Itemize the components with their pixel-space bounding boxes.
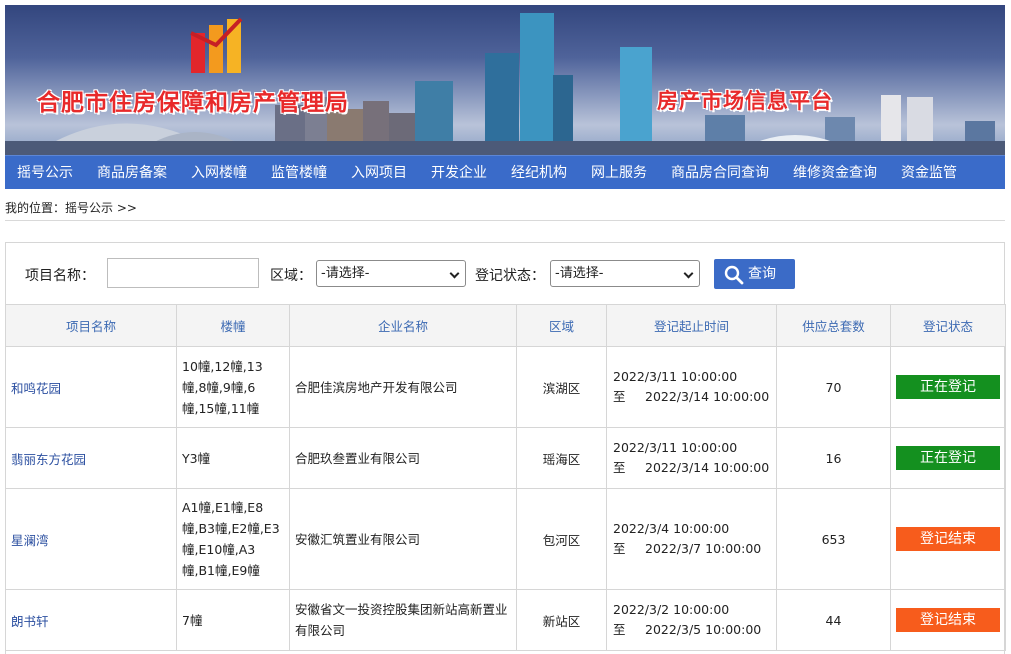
district-select-value: -请选择-: [321, 266, 370, 281]
start-time: 2022/3/11 10:00:00: [613, 369, 738, 384]
total-units-cell: 70: [776, 346, 891, 428]
nav-networked-buildings[interactable]: 入网楼幢: [179, 156, 259, 190]
nav-developers[interactable]: 开发企业: [419, 156, 499, 190]
divider: [5, 220, 1005, 221]
main-navigation: 摇号公示 商品房备案 入网楼幢 监管楼幢 入网项目 开发企业 经纪机构 网上服务…: [5, 155, 1005, 189]
registration-period-cell: 2022/3/4 10:00:00 至 2022/3/7 10:00:00: [606, 488, 777, 590]
company-cell: 合肥玖叁置业有限公司: [289, 427, 517, 489]
column-header-district[interactable]: 区域: [516, 304, 607, 347]
registration-period-cell: 2022/3/2 10:00:00 至 2022/3/5 10:00:00: [606, 589, 777, 651]
end-time: 2022/3/5 10:00:00: [645, 622, 762, 637]
nav-commercial-housing-record[interactable]: 商品房备案: [85, 156, 179, 190]
total-units-cell: 653: [776, 488, 891, 590]
project-name-link[interactable]: 和鸣花园: [5, 346, 177, 428]
column-header-project-name[interactable]: 项目名称: [5, 304, 177, 347]
end-time: 2022/3/14 10:00:00: [645, 460, 770, 475]
project-name-input[interactable]: [107, 258, 259, 288]
project-name-link[interactable]: 朗书轩: [5, 589, 177, 651]
chevron-down-icon: [683, 268, 694, 279]
total-units-cell: 44: [776, 589, 891, 651]
table-row: 朗书轩 7幢 安徽省文一投资控股集团新站高新置业有限公司 新站区 2022/3/…: [5, 589, 1006, 651]
buildings-cell: Y3幢: [176, 427, 290, 489]
district-select[interactable]: -请选择-: [316, 260, 466, 287]
city-skyline-illustration: [5, 13, 1005, 155]
project-name-label: 项目名称：: [25, 268, 95, 284]
chevron-down-icon: [449, 268, 460, 279]
status-badge: 正在登记: [896, 446, 1000, 470]
status-select-value: -请选择-: [555, 266, 604, 281]
nav-supervised-buildings[interactable]: 监管楼幢: [259, 156, 339, 190]
status-badge: 登记结束: [896, 527, 1000, 551]
district-cell: 新站区: [516, 589, 607, 651]
table-row: 和鸣花园 10幢,12幢,13幢,8幢,9幢,6幢,15幢,11幢 合肥佳滨房地…: [5, 346, 1006, 428]
start-time: 2022/3/4 10:00:00: [613, 521, 730, 536]
search-button[interactable]: 查询: [714, 259, 795, 289]
nav-fund-supervision[interactable]: 资金监管: [889, 156, 969, 190]
logo: [190, 17, 243, 73]
end-time: 2022/3/14 10:00:00: [645, 389, 770, 404]
district-cell: 包河区: [516, 488, 607, 590]
to-label: 至: [613, 541, 626, 556]
buildings-cell: 10幢,12幢,13幢,8幢,9幢,6幢,15幢,11幢: [176, 346, 290, 428]
column-header-registration-period[interactable]: 登记起止时间: [606, 304, 777, 347]
status-badge: 登记结束: [896, 608, 1000, 632]
banner-subtitle: 房产市场信息平台: [657, 89, 833, 113]
to-label: 至: [613, 389, 626, 404]
column-header-total-units[interactable]: 供应总套数: [776, 304, 891, 347]
end-time: 2022/3/7 10:00:00: [645, 541, 762, 556]
company-cell: 安徽省文一投资控股集团新站高新置业有限公司: [289, 589, 517, 651]
status-cell: 登记结束: [890, 589, 1006, 651]
start-time: 2022/3/11 10:00:00: [613, 440, 738, 455]
search-icon: [724, 265, 744, 285]
project-name-link[interactable]: 翡丽东方花园: [5, 427, 177, 489]
column-header-company[interactable]: 企业名称: [289, 304, 517, 347]
district-cell: 滨湖区: [516, 346, 607, 428]
buildings-cell: 7幢: [176, 589, 290, 651]
breadcrumb: 我的位置：摇号公示 >>: [5, 201, 137, 215]
table-header-row: 项目名称 楼幢 企业名称 区域 登记起止时间 供应总套数 登记状态: [5, 304, 1006, 347]
status-label: 登记状态：: [475, 268, 545, 284]
header-banner: 合肥市住房保障和房产管理局 房产市场信息平台: [5, 5, 1005, 155]
company-cell: 安徽汇筑置业有限公司: [289, 488, 517, 590]
start-time: 2022/3/2 10:00:00: [613, 602, 730, 617]
registration-period-cell: 2022/3/11 10:00:00 至 2022/3/14 10:00:00: [606, 346, 777, 428]
nav-online-services[interactable]: 网上服务: [579, 156, 659, 190]
status-cell: 正在登记: [890, 427, 1006, 489]
company-cell: 合肥佳滨房地产开发有限公司: [289, 346, 517, 428]
status-select[interactable]: -请选择-: [550, 260, 700, 287]
buildings-cell: A1幢,E1幢,E8幢,B3幢,E2幢,E3幢,E10幢,A3幢,B1幢,E9幢: [176, 488, 290, 590]
status-cell: 登记结束: [890, 488, 1006, 590]
results-panel: 项目名称： 区域： -请选择- 登记状态： -请选择- 查询 项目名称 楼幢 企…: [5, 242, 1006, 654]
nav-networked-projects[interactable]: 入网项目: [339, 156, 419, 190]
district-label: 区域：: [270, 268, 312, 284]
lottery-table: 项目名称 楼幢 企业名称 区域 登记起止时间 供应总套数 登记状态 和鸣花园 1…: [5, 304, 1006, 651]
column-header-buildings[interactable]: 楼幢: [176, 304, 290, 347]
total-units-cell: 16: [776, 427, 891, 489]
registration-period-cell: 2022/3/11 10:00:00 至 2022/3/14 10:00:00: [606, 427, 777, 489]
nav-maintenance-fund-query[interactable]: 维修资金查询: [781, 156, 889, 190]
search-form: 项目名称： 区域： -请选择- 登记状态： -请选择- 查询: [6, 243, 1004, 304]
table-row: 星澜湾 A1幢,E1幢,E8幢,B3幢,E2幢,E3幢,E10幢,A3幢,B1幢…: [5, 488, 1006, 590]
banner-title: 合肥市住房保障和房产管理局: [37, 90, 349, 116]
district-cell: 瑶海区: [516, 427, 607, 489]
to-label: 至: [613, 460, 626, 475]
search-button-label: 查询: [748, 266, 776, 282]
column-header-status[interactable]: 登记状态: [890, 304, 1006, 347]
table-row: 翡丽东方花园 Y3幢 合肥玖叁置业有限公司 瑶海区 2022/3/11 10:0…: [5, 427, 1006, 489]
project-name-link[interactable]: 星澜湾: [5, 488, 177, 590]
status-cell: 正在登记: [890, 346, 1006, 428]
nav-lottery-notice[interactable]: 摇号公示: [5, 156, 85, 190]
nav-brokerage-agencies[interactable]: 经纪机构: [499, 156, 579, 190]
nav-contract-query[interactable]: 商品房合同查询: [659, 156, 781, 190]
status-badge: 正在登记: [896, 375, 1000, 399]
to-label: 至: [613, 622, 626, 637]
